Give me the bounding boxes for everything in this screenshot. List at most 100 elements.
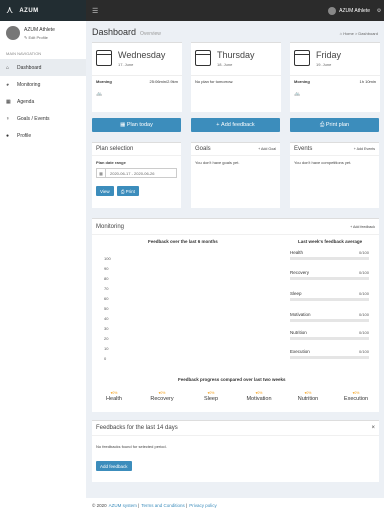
y-tick: 20 (104, 336, 109, 341)
user-menu[interactable]: AZUM Athlete ⚙ (328, 6, 384, 15)
user-icon: ● (6, 132, 10, 139)
add-feedback-button[interactable]: + Add feedback (191, 118, 280, 132)
progress-bar (290, 319, 369, 322)
calendar-icon (96, 50, 112, 66)
add-event-button[interactable]: + Add Events (354, 147, 375, 151)
bike-icon: 🚲 (96, 91, 103, 97)
footer-link-privacy[interactable]: Privacy policy (189, 503, 217, 508)
panel-title: Monitoring (96, 223, 125, 230)
y-tick: 10 (104, 346, 109, 351)
feedbacks-empty-text: No feedbacks found for selected period. (96, 444, 167, 449)
monitoring-panel: Monitoring + Add feedback Feedback over t… (92, 218, 379, 412)
y-tick: 50 (104, 306, 109, 311)
day-name: Friday (316, 50, 342, 60)
y-tick: 60 (104, 296, 109, 301)
day-name: Thursday (217, 50, 255, 60)
sidebar-item-dashboard[interactable]: ⌂ Dashboard (0, 59, 86, 76)
range-label: Plan date range (96, 160, 126, 165)
footer-link-system[interactable]: AZUM system (109, 503, 137, 508)
progress-bar (290, 356, 369, 359)
panel-title: Goals (195, 146, 211, 152)
breadcrumb-current: Dashboard (358, 31, 378, 36)
page-subtitle: Overview (140, 31, 161, 37)
y-tick: 40 (104, 316, 109, 321)
app-name: AZUM (19, 7, 39, 14)
progress-motivation: ▾0% Motivation (246, 391, 272, 402)
feedback-recovery: Recovery 0/100 (290, 270, 369, 280)
app-logo[interactable]: ⋏ AZUM (0, 0, 86, 21)
progress-nutrition: ▾0% Nutrition (297, 391, 319, 402)
print-plan-button[interactable]: ⎙ Print plan (290, 118, 379, 132)
calendar-icon (195, 50, 211, 66)
events-panel: Events + Add Events You don't have compet… (290, 142, 379, 208)
y-tick: 90 (104, 266, 109, 271)
last-week-title: Last week's feedback average (298, 239, 363, 244)
footer-link-terms[interactable]: Terms and Conditions (141, 503, 185, 508)
day-name: Wednesday (118, 50, 166, 60)
sidebar-item-goals-events[interactable]: ♆ Goals / Events (0, 110, 86, 127)
sidebar-item-profile[interactable]: ● Profile (0, 127, 86, 144)
calendar-icon: ▦ (97, 169, 106, 177)
no-plan-text: No plan for tomorrow. (195, 79, 234, 84)
sidebar-item-agenda[interactable]: ▦ Agenda (0, 93, 86, 110)
day-date: 17. June (118, 62, 134, 67)
home-icon: ⌂ (6, 64, 10, 71)
feedback-execution: Execution 0/100 (290, 349, 369, 359)
feedback-sleep: Sleep 0/100 (290, 291, 369, 301)
avatar (328, 6, 337, 15)
day-card-today[interactable]: Wednesday 17. June Morning 25:06min/2.9km … (92, 42, 182, 112)
chart-icon: ◕ (6, 81, 10, 88)
trophy-icon: ♆ (6, 115, 10, 122)
feedback-motivation: Motivation 0/100 (290, 312, 369, 322)
print-button[interactable]: ⎙ Print (116, 186, 139, 196)
breadcrumb-home[interactable]: Home (343, 31, 354, 36)
progress-bar (290, 337, 369, 340)
nav-header: MAIN NAVIGATION (6, 51, 42, 56)
goals-empty-text: You don't have goals yet. (195, 160, 240, 165)
add-feedback-link[interactable]: + Add feedback (350, 225, 375, 229)
breadcrumb: ⌂ Home > Dashboard (339, 31, 378, 36)
progress-recovery: ▾0% Recovery (150, 391, 174, 402)
bike-icon: 🚲 (294, 91, 301, 97)
progress-title: Feedback progress compared over last two… (178, 377, 286, 382)
progress-bar (290, 277, 369, 280)
session-label: Morning (96, 79, 112, 84)
gear-icon[interactable]: ⚙ (374, 8, 384, 14)
sidebar: AZUM Athlete ✎ Edit Profile MAIN NAVIGAT… (0, 21, 86, 512)
session-label: Morning (294, 79, 310, 84)
progress-execution: ▾0% Execution (343, 391, 369, 402)
day-card-tomorrow[interactable]: Thursday 18. June No plan for tomorrow. (191, 42, 281, 112)
day-date: 18. June (217, 62, 233, 67)
y-tick: 100 (104, 256, 111, 261)
add-goal-button[interactable]: + Add Goal (258, 147, 276, 151)
date-range-input[interactable]: ▦ 2020-06-17 - 2020-06-26 (96, 168, 177, 178)
add-feedback-button[interactable]: Add feedback (96, 461, 132, 471)
calendar-icon: ▦ (6, 98, 11, 105)
view-button[interactable]: View (96, 186, 114, 196)
session-detail: 25:06min/2.9km (149, 79, 178, 84)
goals-panel: Goals + Add Goal You don't have goals yet… (191, 142, 280, 208)
feedbacks-panel: Feedbacks for the last 14 days × No feedb… (92, 420, 379, 482)
sidebar-user-name: AZUM Athlete (24, 26, 55, 33)
sidebar-item-monitoring[interactable]: ◕ Monitoring (0, 76, 86, 93)
menu-toggle-icon[interactable]: ☰ (92, 7, 98, 15)
close-icon[interactable]: × (371, 425, 375, 431)
panel-title: Plan selection (96, 146, 134, 152)
edit-profile-link[interactable]: ✎ Edit Profile (24, 35, 55, 40)
user-panel: AZUM Athlete ✎ Edit Profile (0, 21, 86, 45)
plan-today-button[interactable]: ▦ Plan today (92, 118, 181, 132)
progress-bar (290, 257, 369, 260)
footer: © 2020 AZUM system | Terms and Condition… (86, 498, 384, 512)
y-tick: 70 (104, 286, 109, 291)
panel-title: Events (294, 146, 313, 152)
panel-title: Feedbacks for the last 14 days (96, 425, 178, 431)
home-icon: ⌂ (339, 31, 343, 36)
day-card-after-tomorrow[interactable]: Friday 19. June Morning 1h 10min 🚲 (290, 42, 380, 112)
progress-sleep: ▾0% Sleep (203, 391, 219, 402)
calendar-icon (294, 50, 310, 66)
progress-bar (290, 298, 369, 301)
logo-mark-icon: ⋏ (6, 5, 14, 16)
y-tick: 0 (104, 356, 107, 361)
progress-health: ▾0% Health (106, 391, 122, 402)
day-date: 19. June (316, 62, 332, 67)
